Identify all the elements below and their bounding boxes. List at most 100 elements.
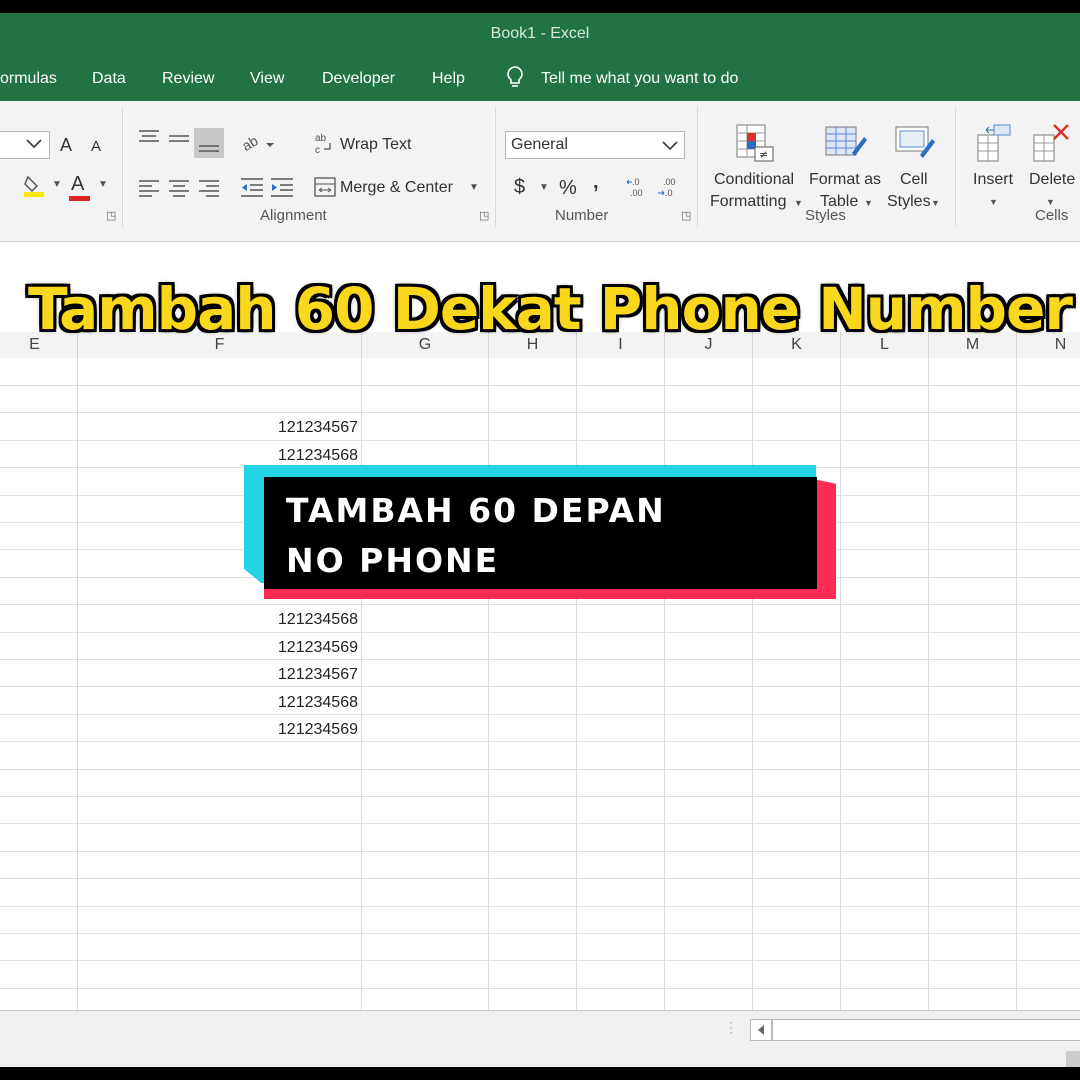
chevron-down-icon[interactable]: ▼	[989, 197, 998, 207]
tab-data[interactable]: Data	[92, 70, 126, 88]
overlay-banner: TAMBAH 60 DEPAN NO PHONE	[244, 465, 836, 599]
insert-cells-icon[interactable]	[976, 123, 1014, 167]
tab-view[interactable]: View	[250, 70, 284, 88]
tab-help[interactable]: Help	[432, 70, 465, 88]
row-gridline	[0, 960, 1080, 961]
chevron-down-icon[interactable]: ▼	[864, 198, 873, 208]
lightbulb-icon[interactable]	[504, 65, 526, 96]
cell-f14[interactable]: 121234569	[78, 716, 358, 743]
align-top-icon[interactable]	[138, 129, 160, 151]
currency-button[interactable]: $	[514, 176, 525, 199]
horizontal-scrollbar[interactable]	[772, 1019, 1080, 1041]
banner-line-2: NO PHONE	[286, 541, 500, 580]
cell-f11[interactable]: 121234569	[78, 634, 358, 661]
row-gridline	[0, 604, 1080, 605]
chevron-down-icon[interactable]: ▼	[794, 198, 803, 208]
chevron-down-icon	[25, 134, 43, 156]
row-gridline	[0, 823, 1080, 824]
tell-me-search[interactable]: Tell me what you want to do	[541, 70, 738, 88]
conditional-formatting-label-2[interactable]: Formatting	[710, 193, 786, 211]
increase-decimal-icon[interactable]: .0.00	[626, 175, 652, 203]
insert-cells-button[interactable]: Insert	[973, 171, 1013, 189]
fill-color-icon[interactable]	[22, 173, 48, 201]
dialog-launcher-icon[interactable]: ◳	[681, 209, 691, 222]
align-left-icon[interactable]	[138, 179, 160, 201]
row-gridline	[0, 796, 1080, 797]
font-size-combo[interactable]	[0, 131, 50, 159]
svg-text:.00: .00	[630, 188, 643, 198]
row-gridline	[0, 851, 1080, 852]
chevron-down-icon[interactable]: ▼	[98, 179, 108, 190]
resize-grip[interactable]	[1066, 1051, 1080, 1067]
align-bottom-button[interactable]	[194, 128, 224, 158]
tab-review[interactable]: Review	[162, 70, 214, 88]
font-color-button[interactable]: A	[71, 173, 84, 196]
cell-f12[interactable]: 121234567	[78, 661, 358, 688]
svg-text:≠: ≠	[759, 148, 768, 161]
alignment-group-label: Alignment	[260, 207, 327, 224]
svg-text:.0: .0	[632, 177, 640, 187]
delete-cells-icon[interactable]	[1032, 123, 1074, 167]
cell-styles-icon[interactable]	[894, 123, 938, 167]
increase-indent-icon[interactable]	[270, 177, 294, 201]
window-title: Book1 - Excel	[490, 25, 590, 42]
svg-text:.00: .00	[663, 177, 676, 187]
number-group-label: Number	[555, 207, 609, 224]
cell-f3[interactable]: 121234567	[78, 414, 358, 441]
ribbon-home: A A ▼ A ▼ ◳ ab ab c Wrap Text Merge & Ce…	[0, 101, 1080, 242]
font-color-swatch	[69, 196, 90, 201]
dialog-launcher-icon[interactable]: ◳	[106, 209, 116, 222]
percent-button[interactable]: %	[559, 177, 577, 200]
number-format-value: General	[511, 136, 568, 153]
align-right-icon[interactable]	[198, 179, 220, 201]
chevron-down-icon[interactable]: ▼	[1046, 197, 1055, 207]
cell-f10[interactable]: 121234568	[78, 606, 358, 633]
shrink-font-button[interactable]: A	[91, 138, 101, 155]
format-as-table-icon[interactable]	[824, 123, 868, 167]
decrease-indent-icon[interactable]	[240, 177, 264, 201]
chevron-down-icon[interactable]: ▼	[931, 198, 940, 208]
comma-style-button[interactable]: ,	[593, 171, 599, 194]
chevron-down-icon	[661, 136, 679, 158]
merge-center-button[interactable]: Merge & Center	[340, 179, 453, 197]
row-gridline	[0, 412, 1080, 413]
orientation-icon[interactable]: ab	[239, 131, 276, 159]
dialog-launcher-icon[interactable]: ◳	[479, 209, 489, 222]
row-gridline	[0, 906, 1080, 907]
format-as-table-label-1[interactable]: Format as	[809, 171, 881, 189]
chevron-down-icon[interactable]: ▼	[52, 179, 62, 190]
wrap-text-button[interactable]: Wrap Text	[340, 136, 411, 154]
conditional-formatting-icon[interactable]: ≠	[735, 123, 777, 167]
tab-developer[interactable]: Developer	[322, 70, 395, 88]
chevron-down-icon[interactable]: ▼	[469, 182, 479, 193]
scroll-left-button[interactable]	[750, 1019, 772, 1041]
wrap-text-icon[interactable]: ab c	[314, 131, 334, 159]
align-middle-icon[interactable]	[168, 133, 190, 155]
delete-cells-button[interactable]: Delete	[1029, 171, 1075, 189]
conditional-formatting-label-1[interactable]: Conditional	[714, 171, 794, 189]
cells-group-label: Cells	[1035, 207, 1069, 224]
title-bar: Book1 - Excel	[0, 13, 1080, 55]
tab-formulas[interactable]: ormulas	[0, 70, 57, 88]
svg-text:c: c	[315, 145, 320, 155]
grow-font-button[interactable]: A	[60, 135, 72, 156]
cell-styles-label-2[interactable]: Styles	[887, 193, 931, 211]
row-gridline	[0, 988, 1080, 989]
group-separator	[697, 107, 698, 227]
decrease-decimal-icon[interactable]: .00.0	[657, 175, 683, 203]
status-area: ⋮	[0, 1010, 1080, 1067]
svg-text:ab: ab	[315, 133, 327, 144]
svg-text:ab: ab	[240, 132, 261, 154]
cell-styles-label-1[interactable]: Cell	[900, 171, 928, 189]
overlay-title: Tambah 60 Dekat Phone Number	[27, 275, 1073, 343]
banner-line-1: TAMBAH 60 DEPAN	[286, 491, 666, 530]
sheet-splitter-handle[interactable]: ⋮	[724, 1019, 738, 1036]
row-gridline	[0, 878, 1080, 879]
merge-center-icon[interactable]	[314, 177, 336, 201]
cell-f13[interactable]: 121234568	[78, 689, 358, 716]
worksheet-grid[interactable]: 121234567 121234568 121234568 121234569 …	[0, 358, 1080, 1010]
align-center-icon[interactable]	[168, 179, 190, 201]
number-format-combo[interactable]: General	[505, 131, 685, 159]
group-separator	[122, 107, 123, 227]
chevron-down-icon[interactable]: ▼	[539, 182, 549, 193]
